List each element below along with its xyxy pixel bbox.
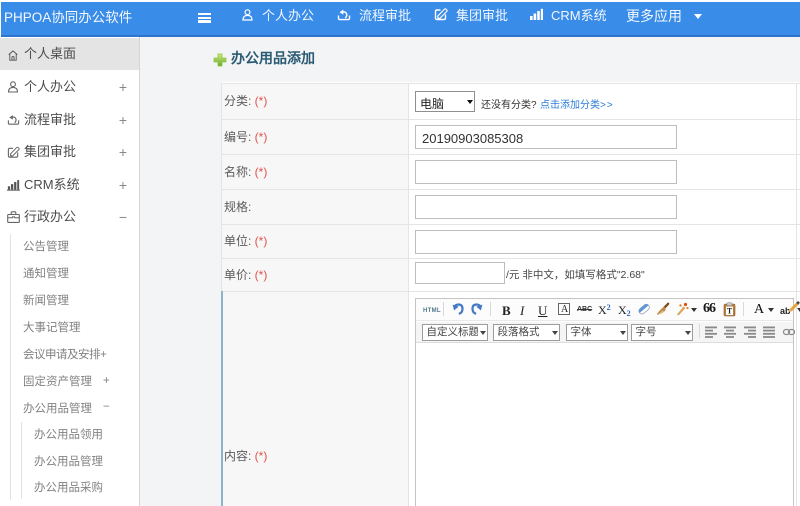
svg-text:T: T bbox=[727, 307, 733, 316]
